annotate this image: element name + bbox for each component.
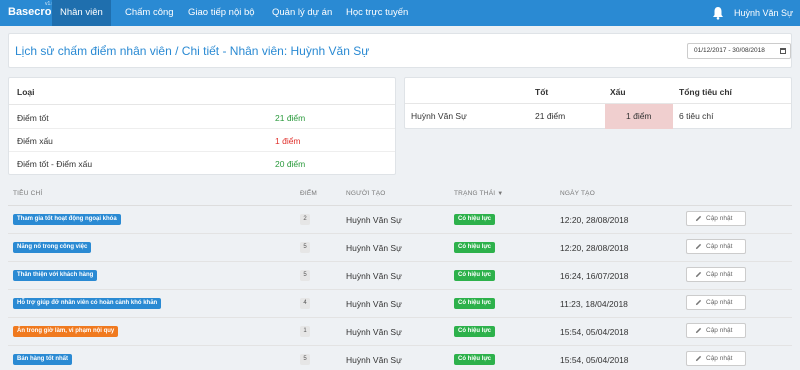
created-date: 12:20, 28/08/2018: [560, 215, 629, 225]
table-row: Năng nổ trong công việc 5 Huỳnh Văn Sự C…: [8, 234, 792, 262]
update-label: Cập nhật: [706, 299, 733, 306]
th-status[interactable]: Trạng thái ▼: [454, 190, 503, 197]
criteria-badge: Bán hàng tốt nhất: [13, 354, 72, 365]
summary-row-bad: Điểm xấu 1 điểm: [9, 129, 395, 152]
calendar-icon: [780, 48, 786, 54]
summary-row-net: Điểm tốt - Điểm xấu 20 điểm: [9, 152, 395, 175]
employee-score-panel: Tốt Xấu Tổng tiêu chí Huỳnh Văn Sự 21 đi…: [404, 77, 792, 129]
summary-value: 21 điểm: [275, 113, 306, 123]
top-navbar: Basecrop v1.0 Nhân viên Chấm công Giao t…: [0, 0, 800, 44]
creator-name: Huỳnh Văn Sự: [346, 355, 402, 365]
summary-header: Loại: [9, 78, 395, 105]
creator-name: Huỳnh Văn Sự: [346, 327, 402, 337]
status-badge: Có hiệu lực: [454, 326, 496, 337]
update-button[interactable]: Cập nhật: [686, 239, 746, 254]
summary-label: Điểm tốt: [17, 113, 49, 123]
criteria-badge: Ăn trong giờ làm, vi phạm nội quy: [13, 326, 119, 337]
update-button[interactable]: Cập nhật: [686, 323, 746, 338]
score-badge: 5: [300, 242, 310, 253]
update-label: Cập nhật: [706, 243, 733, 250]
score-badge: 2: [300, 214, 310, 225]
summary-label: Điểm xấu: [17, 136, 53, 146]
pencil-icon: [695, 215, 702, 222]
th-criteria: Tiêu chí: [13, 190, 43, 197]
nav-item-attendance[interactable]: Chấm công: [117, 0, 182, 26]
update-button[interactable]: Cập nhật: [686, 295, 746, 310]
criteria-badge: Tham gia tốt hoạt động ngoại khóa: [13, 214, 121, 225]
score-badge: 5: [300, 354, 310, 365]
sort-caret-icon: ▼: [497, 191, 504, 197]
pencil-icon: [695, 299, 702, 306]
criteria-badge: Năng nổ trong công việc: [13, 242, 92, 253]
total-criteria: 6 tiêu chí: [679, 111, 714, 121]
date-range-value: 01/12/2017 - 30/08/2018: [694, 47, 765, 54]
col-header-bad: Xấu: [610, 87, 626, 97]
status-badge: Có hiệu lực: [454, 298, 496, 309]
created-date: 15:54, 05/04/2018: [560, 355, 629, 365]
th-creator: Người tạo: [346, 190, 386, 197]
bad-score: 1 điểm: [626, 111, 652, 121]
created-date: 11:23, 18/04/2018: [560, 299, 628, 309]
update-button[interactable]: Cập nhật: [686, 351, 746, 366]
table-row: Ăn trong giờ làm, vi phạm nội quy 1 Huỳn…: [8, 318, 792, 346]
summary-label: Điểm tốt - Điểm xấu: [17, 159, 93, 169]
created-date: 12:20, 28/08/2018: [560, 243, 629, 253]
criteria-table: Tiêu chí Điểm Người tạo Trạng thái ▼ Ngày…: [8, 183, 792, 370]
user-name: Huỳnh Văn Sự: [734, 8, 794, 18]
employee-name: Huỳnh Văn Sự: [411, 111, 467, 121]
status-badge: Có hiệu lực: [454, 270, 496, 281]
table-row: Bán hàng tốt nhất 5 Huỳnh Văn Sự Có hiệu…: [8, 346, 792, 370]
score-summary-panel: Loại Điểm tốt 21 điểm Điểm xấu 1 điểm Đi…: [8, 77, 396, 175]
page-header: Lịch sử chấm điểm nhân viên / Chi tiết -…: [8, 33, 792, 68]
criteria-badge: Hỗ trợ giúp đỡ nhân viên có hoàn cảnh kh…: [13, 298, 162, 309]
creator-name: Huỳnh Văn Sự: [346, 271, 402, 281]
nav-item-project-management[interactable]: Quản lý dự án: [264, 0, 340, 26]
pencil-icon: [695, 271, 702, 278]
score-badge: 1: [300, 326, 310, 337]
summary-header-label: Loại: [17, 87, 35, 97]
col-header-good: Tốt: [535, 87, 549, 97]
created-date: 15:54, 05/04/2018: [560, 327, 629, 337]
score-badge: 5: [300, 270, 310, 281]
update-button[interactable]: Cập nhật: [686, 211, 746, 226]
th-status-label: Trạng thái: [454, 190, 496, 197]
status-badge: Có hiệu lực: [454, 242, 496, 253]
page-title: Lịch sử chấm điểm nhân viên / Chi tiết -…: [15, 44, 370, 58]
pencil-icon: [695, 243, 702, 250]
summary-value: 1 điểm: [275, 136, 301, 146]
update-label: Cập nhật: [706, 327, 733, 334]
col-header-total: Tổng tiêu chí: [679, 87, 732, 97]
update-button[interactable]: Cập nhật: [686, 267, 746, 282]
summary-value: 20 điểm: [275, 159, 306, 169]
table-row: Hỗ trợ giúp đỡ nhân viên có hoàn cảnh kh…: [8, 290, 792, 318]
status-badge: Có hiệu lực: [454, 214, 496, 225]
criteria-badge: Thân thiện với khách hàng: [13, 270, 98, 281]
score-badge: 4: [300, 298, 310, 309]
th-score: Điểm: [300, 190, 318, 197]
nav-item-internal-communication[interactable]: Giao tiếp nội bộ: [180, 0, 263, 26]
divider: [405, 103, 791, 104]
date-range-picker[interactable]: 01/12/2017 - 30/08/2018: [687, 43, 791, 59]
nav-item-online-learning[interactable]: Học trực tuyến: [338, 0, 416, 26]
update-label: Cập nhật: [706, 215, 733, 222]
user-menu[interactable]: Huỳnh Văn Sự▼: [734, 0, 800, 44]
creator-name: Huỳnh Văn Sự: [346, 299, 402, 309]
summary-row-good: Điểm tốt 21 điểm: [9, 106, 395, 129]
creator-name: Huỳnh Văn Sự: [346, 215, 402, 225]
update-label: Cập nhật: [706, 271, 733, 278]
update-label: Cập nhật: [706, 355, 733, 362]
pencil-icon: [695, 355, 702, 362]
th-created: Ngày tạo: [560, 190, 595, 197]
table-row: Thân thiện với khách hàng 5 Huỳnh Văn Sự…: [8, 262, 792, 290]
brand-logo[interactable]: Basecrop: [8, 6, 58, 18]
status-badge: Có hiệu lực: [454, 354, 496, 365]
nav-item-employees[interactable]: Nhân viên: [52, 0, 111, 26]
created-date: 16:24, 16/07/2018: [560, 271, 629, 281]
creator-name: Huỳnh Văn Sự: [346, 243, 402, 253]
pencil-icon: [695, 327, 702, 334]
good-score: 21 điểm: [535, 111, 566, 121]
table-row: Tham gia tốt hoạt động ngoại khóa 2 Huỳn…: [8, 206, 792, 234]
bell-icon[interactable]: [712, 6, 724, 20]
